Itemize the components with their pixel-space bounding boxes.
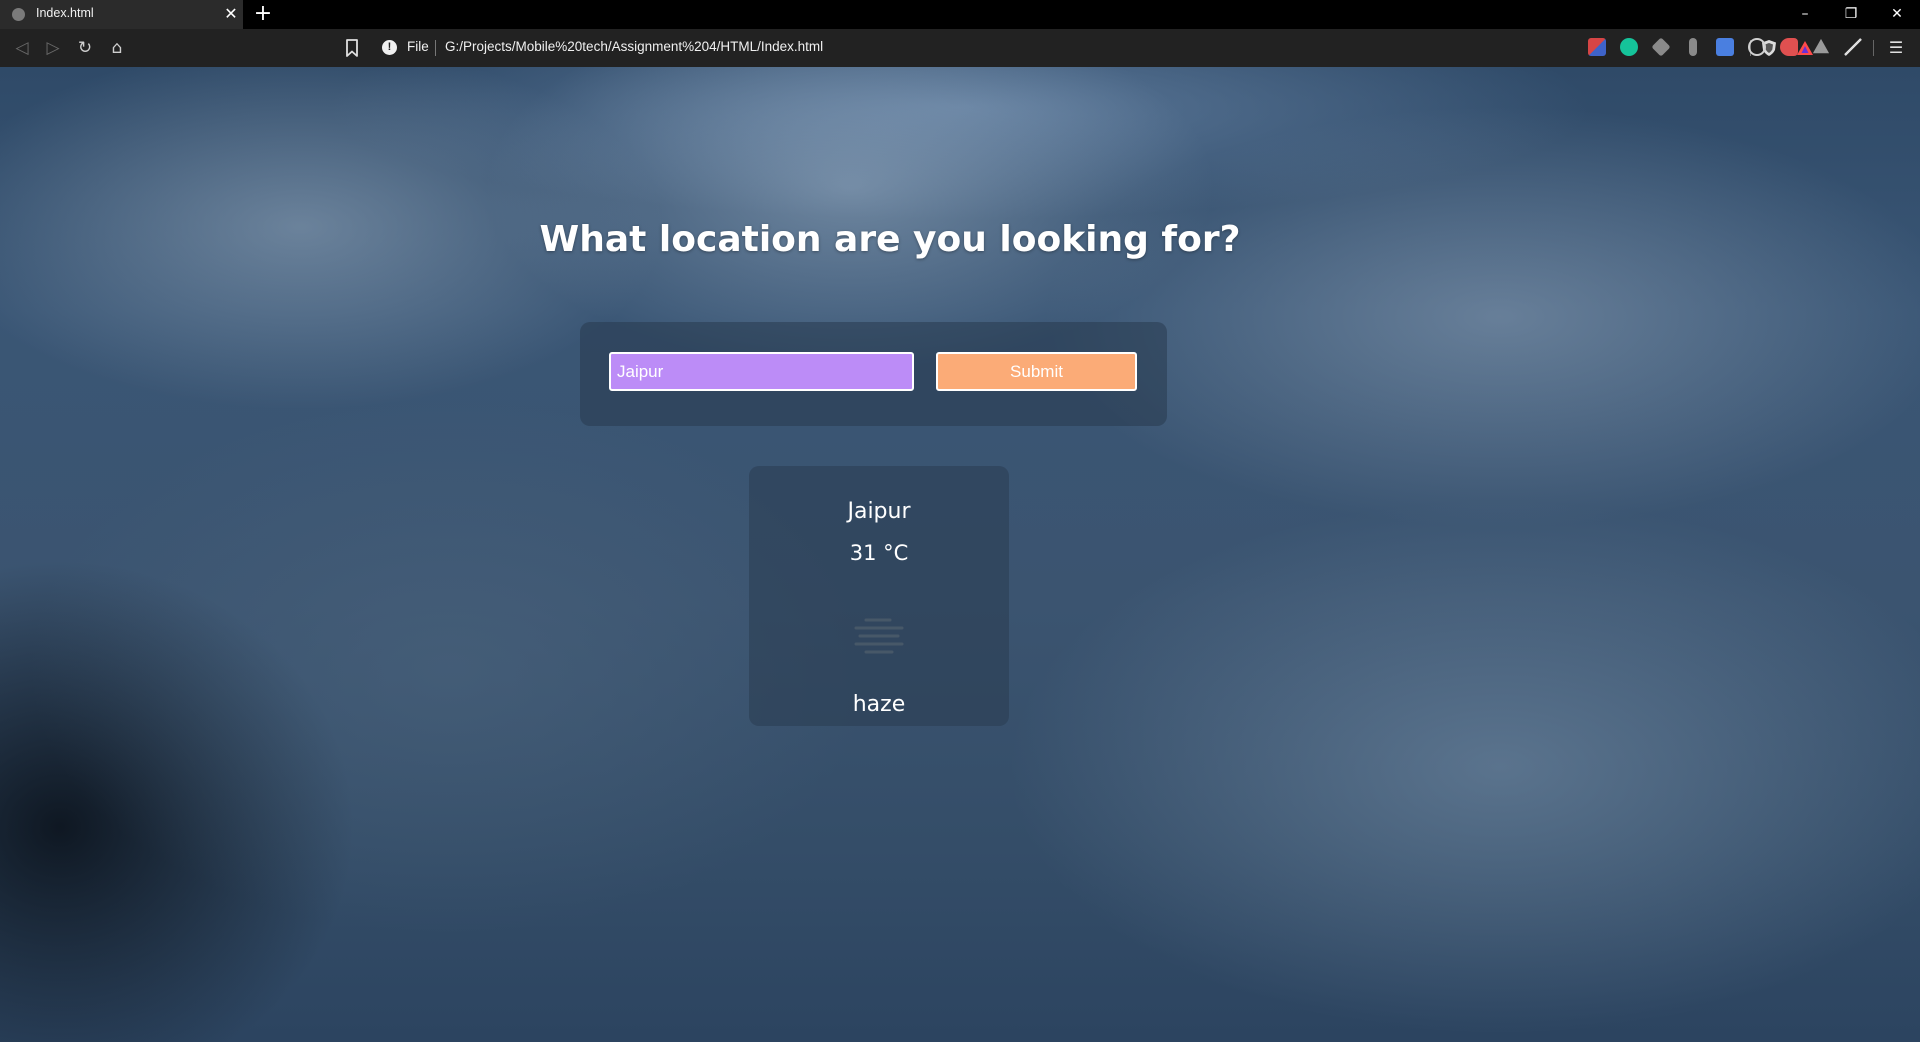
drive-icon[interactable] [1812,38,1830,54]
search-form-panel: Submit [580,322,1167,426]
forward-icon[interactable]: ▷ [43,38,63,58]
restore-button[interactable]: ❐ [1828,0,1874,29]
weather-temperature: 31 °C [849,541,909,565]
layers-extension-icon[interactable] [1651,37,1671,57]
dots-extension-icon[interactable] [1689,38,1697,56]
flag-extension-icon[interactable] [1588,38,1606,56]
city-input[interactable] [609,352,914,391]
tab-bar: Index.html ✕ + – ❐ ✕ [0,0,1920,29]
grammarly-icon[interactable] [1620,38,1638,56]
back-icon[interactable]: ◁ [12,38,32,58]
brave-rewards-icon[interactable] [1796,39,1814,57]
weather-city: Jaipur [847,499,911,524]
info-icon[interactable]: ! [382,40,397,55]
reload-icon[interactable]: ↻ [75,38,95,58]
weather-description: haze [852,692,906,717]
bottom-strip [0,1042,1920,1050]
menu-icon[interactable]: ☰ [1886,38,1906,58]
new-tab-button[interactable]: + [252,3,274,25]
translate-icon[interactable] [1716,38,1734,56]
toolbar-divider [1873,40,1874,56]
page-viewport: What location are you looking for? Submi… [0,67,1920,1042]
haze-icon [852,612,906,658]
submit-button[interactable]: Submit [936,352,1137,391]
close-window-button[interactable]: ✕ [1874,0,1920,29]
tab-close-icon[interactable]: ✕ [222,4,240,24]
home-icon[interactable]: ⌂ [107,38,127,58]
tab-index-html[interactable]: Index.html ✕ [0,0,243,29]
minimize-button[interactable]: – [1782,0,1828,29]
pen-extension-icon[interactable] [1844,38,1862,56]
url-divider [435,40,436,56]
url-text[interactable]: G:/Projects/Mobile%20tech/Assignment%204… [445,39,823,54]
scheme-label: File [407,39,429,54]
weather-card: Jaipur 31 °C haze [749,466,1009,726]
bookmark-icon[interactable] [342,37,362,59]
globe-icon [12,8,25,21]
browser-toolbar: ◁ ▷ ↻ ⌂ ! File G:/Projects/Mobile%20tech… [0,29,1920,67]
address-bar[interactable]: ! File G:/Projects/Mobile%20tech/Assignm… [372,33,1813,63]
tab-title: Index.html [36,6,94,20]
react-devtools-icon[interactable] [1748,38,1766,56]
page-title: What location are you looking for? [539,219,1241,260]
video-extension-icon[interactable] [1780,38,1798,56]
